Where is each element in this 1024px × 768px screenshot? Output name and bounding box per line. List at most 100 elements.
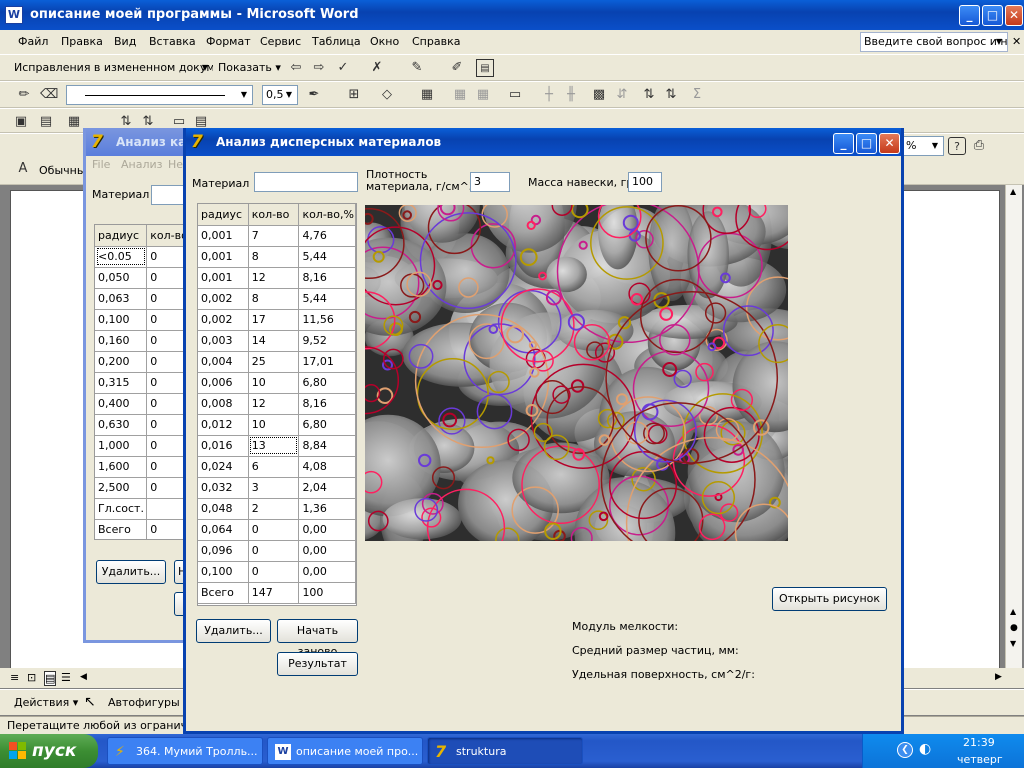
back-menu-help[interactable]: Не (168, 158, 183, 171)
zoom-combo[interactable]: % ▼ (902, 136, 944, 156)
help-icon[interactable]: ? (948, 137, 966, 155)
table-row[interactable]: 0,006 10 6,80 (198, 372, 356, 394)
table-cell[interactable]: 1,36 (298, 498, 356, 520)
styles-icon[interactable]: A (14, 160, 32, 178)
border-color-icon[interactable]: ✒ (305, 86, 323, 104)
table-cell[interactable]: 1,000 (95, 435, 148, 457)
table-cell[interactable]: 0,001 (198, 267, 249, 289)
fraction-table[interactable]: радиус кол-во кол-во,% 0,001 7 4,76 0,001 8 5… (197, 203, 357, 606)
table-cell[interactable]: 0,200 (95, 351, 148, 373)
micrograph-image[interactable] (365, 205, 788, 541)
menu-table[interactable]: Таблица (312, 35, 361, 48)
pencil-icon[interactable]: ✏ (15, 86, 33, 104)
table-cell[interactable]: 8 (248, 246, 300, 268)
style-combo[interactable]: Обычный (35, 161, 90, 181)
table-cell[interactable]: 7 (248, 225, 300, 247)
tray-expand-icon[interactable]: ❮ (897, 742, 913, 758)
table-row[interactable]: 0,024 6 4,08 (198, 456, 356, 478)
table-cell[interactable]: 1,600 (95, 456, 148, 478)
table-cell[interactable]: 0,012 (198, 414, 249, 436)
table-cell[interactable]: 8,16 (298, 393, 356, 415)
borders-icon[interactable]: ⊞ (345, 86, 363, 104)
table-cell[interactable]: 0,00 (298, 519, 356, 541)
next-change-icon[interactable]: ⇨ (310, 59, 328, 77)
table-cell[interactable]: 0,100 (95, 309, 148, 331)
table-cell[interactable]: 0,630 (95, 414, 148, 436)
scroll-right-icon[interactable]: ▶ (995, 672, 1002, 682)
form-field-icon[interactable]: ▣ (12, 113, 30, 131)
table-cell[interactable]: 5,44 (298, 288, 356, 310)
text-direction-icon[interactable]: ⇵ (613, 86, 631, 104)
table-cell[interactable]: 0,002 (198, 288, 249, 310)
review-mode-combo[interactable]: Исправления в измененном документ ▼ (10, 58, 214, 78)
table-row[interactable]: 0,001 12 8,16 (198, 267, 356, 289)
word-minimize-button[interactable]: _ (959, 5, 980, 26)
menu-help[interactable]: Справка (412, 35, 460, 48)
sort-ascending-icon[interactable]: ⇅ (640, 86, 658, 104)
column-header-radius[interactable]: радиус (95, 225, 148, 247)
show-menu-button[interactable]: Показать ▾ (218, 61, 281, 74)
menu-insert[interactable]: Вставка (149, 35, 196, 48)
form-options-icon[interactable]: ▤ (37, 113, 55, 131)
table-cell[interactable]: 0,032 (198, 477, 249, 499)
table-cell[interactable]: 2,04 (298, 477, 356, 499)
main-close-button[interactable]: ✕ (879, 133, 900, 154)
reviewing-pane-icon[interactable]: ▤ (476, 59, 494, 77)
material-input[interactable] (254, 172, 358, 192)
table-cell[interactable]: 8,16 (298, 267, 356, 289)
prev-change-icon[interactable]: ⇦ (287, 59, 305, 77)
next-page-icon[interactable]: ▼ (1010, 639, 1016, 648)
result-button[interactable]: Результат (277, 652, 358, 676)
print-layout-icon[interactable]: ▤ (44, 671, 57, 686)
print-icon[interactable]: ⎙ (970, 137, 988, 155)
table-cell[interactable]: 13 (248, 435, 300, 457)
table-cell[interactable]: 0,001 (198, 246, 249, 268)
table-cell[interactable]: 9,52 (298, 330, 356, 352)
table-cell[interactable]: <0.05 (95, 246, 148, 268)
table-row[interactable]: 0,002 8 5,44 (198, 288, 356, 310)
main-analysis-window[interactable]: 7 Анализ дисперсных материалов _ □ ✕ Мат… (183, 128, 904, 734)
table-cell[interactable]: 0,024 (198, 456, 249, 478)
outline-view-icon[interactable]: ☰ (61, 671, 71, 684)
table-cell[interactable]: 0,063 (95, 288, 148, 310)
chevron-down-icon[interactable]: ▼ (928, 138, 942, 154)
table-cell[interactable]: 0,048 (198, 498, 249, 520)
insert-table-icon[interactable]: ▦ (418, 86, 436, 104)
table-cell[interactable]: 0,064 (198, 519, 249, 541)
table-cell[interactable]: 6 (248, 456, 300, 478)
table-row[interactable]: 0,048 2 1,36 (198, 498, 356, 520)
vertical-scrollbar[interactable]: ▲ ▲ ● ▼ (1005, 185, 1022, 670)
menu-window[interactable]: Окно (370, 35, 399, 48)
table-row[interactable]: 0,001 7 4,76 (198, 225, 356, 247)
menu-file[interactable]: Файл (18, 35, 48, 48)
table-cell[interactable]: 0,050 (95, 267, 148, 289)
merge-cells-icon[interactable]: ▦ (451, 86, 469, 104)
table-cell[interactable]: 0,006 (198, 372, 249, 394)
table-cell[interactable]: 6,80 (298, 414, 356, 436)
table-cell[interactable]: 17 (248, 309, 300, 331)
task-struktura[interactable]: 7 struktura (427, 737, 583, 765)
table-cell[interactable]: 0,002 (198, 309, 249, 331)
main-minimize-button[interactable]: _ (833, 133, 854, 154)
select-browse-icon[interactable]: ● (1010, 623, 1018, 633)
distribute-columns-icon[interactable]: ╫ (562, 86, 580, 104)
accept-change-icon[interactable]: ✓ (334, 59, 352, 77)
table-cell[interactable]: 4,76 (298, 225, 356, 247)
table-cell[interactable]: 0,400 (95, 393, 148, 415)
mass-input[interactable]: 100 (628, 172, 662, 192)
open-image-button[interactable]: Открыть рисунок (772, 587, 887, 611)
table-row[interactable]: Всего 147 100 (198, 582, 356, 604)
menu-edit[interactable]: Правка (61, 35, 103, 48)
table-row[interactable]: 0,008 12 8,16 (198, 393, 356, 415)
table-cell[interactable]: 0 (248, 519, 300, 541)
table-cell[interactable]: 3 (248, 477, 300, 499)
table-cell[interactable]: Гл.сост. (95, 498, 148, 520)
table-cell[interactable]: 12 (248, 267, 300, 289)
back-menu-analysis[interactable]: Анализ (121, 158, 163, 171)
table-row[interactable]: 0,032 3 2,04 (198, 477, 356, 499)
table-cell[interactable]: 0 (248, 561, 300, 583)
table-cell[interactable]: 14 (248, 330, 300, 352)
table-cell[interactable]: 10 (248, 372, 300, 394)
table-cell[interactable]: 100 (298, 582, 356, 604)
table-row[interactable]: 0,004 25 17,01 (198, 351, 356, 373)
